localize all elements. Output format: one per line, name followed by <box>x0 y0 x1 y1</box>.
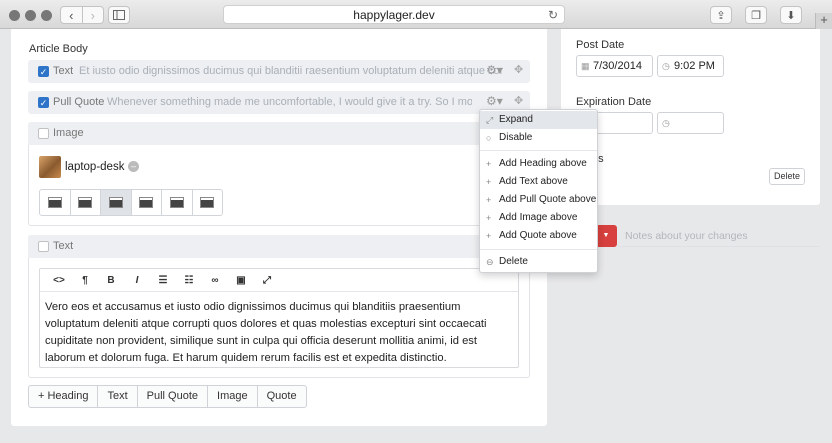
block-type-label: Text <box>53 65 74 77</box>
plus-icon: + <box>486 177 492 187</box>
tabs-icon[interactable]: ❐ <box>745 6 767 24</box>
add-block-buttons: + Heading Text Pull Quote Image Quote <box>28 385 307 408</box>
text-block-header[interactable]: Text <box>28 235 530 258</box>
plus-icon: + <box>486 195 492 205</box>
block-checkbox[interactable]: ✓ <box>38 97 49 108</box>
move-icon[interactable]: ✥ <box>514 63 523 76</box>
image-block-header[interactable]: Image <box>28 122 530 145</box>
menu-item-add-heading[interactable]: + Add Heading above <box>480 155 597 173</box>
position-left-icon[interactable] <box>40 190 71 215</box>
post-date-label: Post Date <box>576 39 625 51</box>
block-preview: Et iusto odio dignissimos ducimus qui bl… <box>79 65 503 77</box>
block-type-label: Pull Quote <box>53 96 105 108</box>
forward-icon[interactable]: › <box>81 7 104 23</box>
block-type-label: Image <box>53 127 84 139</box>
add-pullquote-button[interactable]: Pull Quote <box>138 386 209 407</box>
block-pullquote-collapsed[interactable]: ✓ Pull Quote Whenever something made me … <box>28 91 530 114</box>
zoom-window-dot[interactable] <box>41 10 52 21</box>
expiration-time-input[interactable]: ◷ <box>657 112 724 134</box>
block-text-collapsed[interactable]: ✓ Text Et iusto odio dignissimos ducimus… <box>28 60 530 83</box>
block-preview: Whenever something made me uncomfortable… <box>107 96 472 108</box>
bullet-list-icon[interactable]: ☰ <box>150 275 176 286</box>
menu-separator <box>480 249 597 250</box>
image-position-group <box>39 189 223 216</box>
nav-buttons: ‹ › <box>60 6 104 24</box>
bold-icon[interactable]: B <box>98 275 124 286</box>
paragraph-icon[interactable]: ¶ <box>72 275 98 286</box>
position-right-icon[interactable] <box>193 190 223 215</box>
italic-icon[interactable]: I <box>124 275 150 286</box>
article-body-label: Article Body <box>29 43 88 55</box>
post-date-input[interactable]: ▦ 7/30/2014 <box>576 55 653 77</box>
reload-icon[interactable]: ↻ <box>548 6 558 24</box>
remove-asset-icon[interactable]: – <box>128 161 139 172</box>
clock-icon: ◷ <box>662 118 670 128</box>
url-text: happylager.dev <box>353 8 435 22</box>
browser-toolbar: ‹ › happylager.dev ↻ ⇪ ❐ ⬇ + <box>0 0 832 29</box>
minimize-window-dot[interactable] <box>25 10 36 21</box>
address-bar[interactable]: happylager.dev ↻ <box>223 5 565 24</box>
calendar-icon: ▦ <box>581 61 590 71</box>
gear-icon[interactable]: ⚙▾ <box>486 63 503 77</box>
notes-underline <box>618 246 820 247</box>
fullscreen-icon[interactable]: ⤢ <box>254 275 280 286</box>
menu-item-add-image[interactable]: + Add Image above <box>480 209 597 227</box>
new-tab-icon[interactable]: + <box>815 13 832 29</box>
post-time-input[interactable]: ◷ 9:02 PM <box>657 55 724 77</box>
download-icon[interactable]: ⬇ <box>780 6 802 24</box>
position-left-selected-icon[interactable] <box>101 190 132 215</box>
add-text-button[interactable]: Text <box>98 386 138 407</box>
menu-item-add-text[interactable]: + Add Text above <box>480 173 597 191</box>
plus-icon: + <box>486 159 492 169</box>
code-icon[interactable]: <> <box>46 275 72 286</box>
gear-icon[interactable]: ⚙▾ <box>486 94 503 108</box>
expand-icon: ⤢ <box>486 115 494 125</box>
menu-separator <box>480 150 597 151</box>
minus-circle-icon: ⊖ <box>486 257 494 267</box>
block-checkbox[interactable]: ✓ <box>38 66 49 77</box>
share-icon[interactable]: ⇪ <box>710 6 732 24</box>
position-center-icon[interactable] <box>71 190 101 215</box>
position-right-wrap-icon[interactable] <box>162 190 193 215</box>
plus-icon: + <box>486 231 492 241</box>
move-icon[interactable]: ✥ <box>514 94 523 107</box>
menu-item-expand[interactable]: ⤢ Expand <box>480 111 597 129</box>
menu-item-delete[interactable]: ⊖ Delete <box>480 253 597 271</box>
close-window-dot[interactable] <box>9 10 20 21</box>
sidebar-toggle-icon[interactable] <box>108 6 130 24</box>
save-dropdown-caret-icon[interactable]: ▼ <box>595 225 617 247</box>
delete-entry-button[interactable]: Delete <box>769 168 805 185</box>
expiration-date-label: Expiration Date <box>576 96 652 108</box>
asset-thumbnail <box>39 156 61 178</box>
circle-icon: ○ <box>486 133 492 143</box>
menu-item-add-pullquote[interactable]: + Add Pull Quote above <box>480 191 597 209</box>
plus-icon: + <box>486 213 492 223</box>
clock-icon: ◷ <box>662 61 670 71</box>
block-context-menu: ⤢ Expand ○ Disable + Add Heading above + Add… <box>479 109 598 273</box>
back-icon[interactable]: ‹ <box>61 7 82 23</box>
asset-name: laptop-desk <box>65 161 125 173</box>
image-icon[interactable]: ▣ <box>228 275 254 286</box>
revision-notes-input[interactable]: Notes about your changes <box>625 230 748 242</box>
rich-text-editor[interactable]: <> ¶ B I ☰ ☷ ∞ ▣ ⤢ Vero eos et accusamus… <box>39 268 519 368</box>
link-icon[interactable]: ∞ <box>202 275 228 286</box>
numbered-list-icon[interactable]: ☷ <box>176 275 202 286</box>
menu-item-disable[interactable]: ○ Disable <box>480 129 597 147</box>
block-checkbox[interactable] <box>38 128 49 139</box>
position-full-icon[interactable] <box>132 190 162 215</box>
post-time-value: 9:02 PM <box>674 60 715 72</box>
block-checkbox[interactable] <box>38 241 49 252</box>
post-date-value: 7/30/2014 <box>593 60 642 72</box>
editor-toolbar: <> ¶ B I ☰ ☷ ∞ ▣ ⤢ <box>40 269 518 292</box>
add-quote-button[interactable]: Quote <box>258 386 306 407</box>
block-type-label: Text <box>53 240 74 252</box>
add-heading-button[interactable]: + Heading <box>29 386 99 407</box>
add-image-button[interactable]: Image <box>208 386 258 407</box>
editor-content[interactable]: Vero eos et accusamus et iusto odio dign… <box>40 292 518 367</box>
menu-item-add-quote[interactable]: + Add Quote above <box>480 227 597 245</box>
